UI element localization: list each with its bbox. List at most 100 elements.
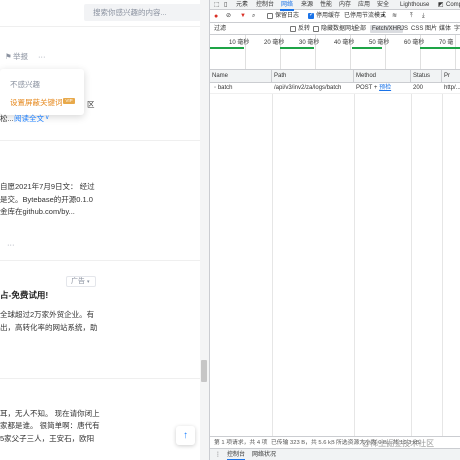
- timeline-gridline: [455, 35, 456, 69]
- column-divider: [354, 83, 355, 436]
- tab-application[interactable]: 应用: [358, 0, 370, 10]
- chevron-down-icon[interactable]: ▾: [382, 10, 385, 23]
- invert-checkbox[interactable]: [290, 26, 296, 32]
- clear-icon[interactable]: ⊘: [226, 10, 231, 23]
- chevron-down-icon[interactable]: ∨: [45, 114, 49, 123]
- type-filter-media[interactable]: 媒体: [439, 23, 451, 35]
- drawer-tab-console[interactable]: 控制台: [227, 449, 246, 460]
- article-text-line: 自愿2021年7月9日文： 经过: [0, 182, 95, 191]
- tab-lighthouse[interactable]: Lighthouse: [400, 0, 429, 10]
- preserve-log-label: 保留日志: [275, 13, 300, 19]
- devtools-panel: ⬚ ▯ 元素 控制台 网络 来源 性能 内存 应用 安全 Lighthouse …: [209, 0, 460, 460]
- request-name: batch: [217, 85, 233, 91]
- ad-title[interactable]: 占-免费试用!: [0, 291, 48, 300]
- request-protocol-cell: http/...: [444, 85, 460, 91]
- filter-icon[interactable]: ▼: [240, 10, 246, 23]
- type-filter-font[interactable]: 字: [454, 23, 460, 35]
- tab-memory[interactable]: 内存: [339, 0, 351, 10]
- extension-icon[interactable]: ◩: [438, 0, 444, 10]
- chevron-down-icon: ▾: [86, 279, 90, 285]
- devtools-tab-bar: ⬚ ▯ 元素 控制台 网络 来源 性能 内存 应用 安全 Lighthouse …: [210, 0, 460, 11]
- column-header-method[interactable]: Method: [354, 70, 411, 83]
- drawer-menu-icon[interactable]: ⋮: [215, 449, 221, 460]
- column-header-path[interactable]: Path: [272, 70, 354, 83]
- more-options-icon[interactable]: ···: [38, 52, 46, 61]
- timeline-tick-label: 50 毫秒: [369, 40, 390, 46]
- tab-performance[interactable]: 性能: [320, 0, 332, 10]
- preserve-log-checkbox[interactable]: [267, 13, 273, 19]
- request-method-separator: +: [373, 85, 378, 91]
- ad-text-line: 全球超过2万家外贸企业。有: [0, 310, 95, 319]
- download-icon[interactable]: ⤓: [422, 10, 425, 23]
- block-keywords-item[interactable]: 设置屏蔽关键词: [10, 97, 63, 108]
- search-input[interactable]: 搜索你感兴趣的内容...: [84, 4, 200, 21]
- column-header-name[interactable]: Name: [210, 70, 272, 83]
- tab-sources[interactable]: 来源: [301, 0, 313, 10]
- column-header-protocol[interactable]: Pr: [442, 70, 460, 83]
- network-overview-timeline[interactable]: 10 毫秒 20 毫秒 30 毫秒 40 毫秒 50 毫秒 60 毫秒 70 毫: [210, 35, 460, 70]
- ad-label: 广告: [71, 278, 85, 285]
- page-scrollbar[interactable]: [201, 360, 207, 382]
- filter-input[interactable]: 过滤: [214, 23, 226, 35]
- timeline-tick-label: 10 毫秒: [229, 40, 250, 46]
- tab-security[interactable]: 安全: [377, 0, 389, 10]
- tab-console[interactable]: 控制台: [256, 0, 274, 10]
- report-link[interactable]: 举报: [13, 52, 28, 61]
- wifi-icon[interactable]: ≋: [392, 10, 397, 23]
- throttle-select[interactable]: 已停用节流模式: [344, 10, 386, 23]
- type-filter-images[interactable]: 图片: [425, 23, 437, 35]
- column-divider: [411, 83, 412, 436]
- upload-icon[interactable]: ⤒: [410, 10, 413, 23]
- vip-badge: VIP: [63, 98, 75, 104]
- column-divider: [442, 83, 443, 436]
- tab-components[interactable]: Comp: [446, 0, 460, 10]
- device-toolbar-icon[interactable]: ▯: [224, 0, 227, 10]
- inspect-element-icon[interactable]: ⬚: [214, 0, 220, 10]
- column-divider: [272, 83, 273, 436]
- divider: [0, 378, 200, 379]
- article-text: 区: [87, 100, 95, 109]
- divider: [0, 140, 200, 141]
- request-method-cell: POST + 预检: [354, 83, 411, 94]
- timeline-tick-label: 30 毫秒: [299, 40, 320, 46]
- type-filter-fetch-xhr[interactable]: Fetch/XHR: [370, 25, 404, 33]
- not-interested-item[interactable]: 不感兴趣: [10, 79, 40, 90]
- article-text-line: 是交。Bytebase的开源0.1.0: [0, 195, 93, 204]
- type-filter-js[interactable]: JS: [401, 23, 408, 35]
- search-icon[interactable]: ⌕: [252, 10, 255, 23]
- table-row[interactable]: ▫ batch /api/v3/inv2/za/logs/batch POST …: [210, 83, 460, 94]
- column-header-status[interactable]: Status: [411, 70, 442, 83]
- timeline-tick-label: 20 毫秒: [264, 40, 285, 46]
- more-options-icon[interactable]: ···: [7, 240, 15, 249]
- record-icon[interactable]: ●: [214, 10, 218, 23]
- timeline-bar: [352, 47, 382, 49]
- arrow-up-icon: ↑: [183, 430, 188, 441]
- tab-elements[interactable]: 元素: [236, 0, 248, 10]
- request-method: POST: [356, 85, 373, 91]
- type-filter-css[interactable]: CSS: [411, 23, 423, 35]
- disable-cache-label: 停用缓存: [316, 13, 341, 19]
- flag-icon[interactable]: ⚑: [5, 52, 12, 61]
- type-filter-all[interactable]: 全部: [354, 23, 366, 35]
- network-filter-bar: 过滤 反转 隐藏数据网址 全部 Fetch/XHR JS CSS 图片 媒体 字: [210, 23, 460, 35]
- preflight-link[interactable]: 预检: [379, 85, 391, 91]
- article-snippet: 松...: [0, 114, 14, 123]
- document-icon: ▫: [214, 85, 217, 91]
- disable-cache-checkbox[interactable]: [308, 11, 314, 19]
- back-to-top-button[interactable]: ↑: [176, 426, 195, 445]
- timeline-bar: [210, 47, 244, 49]
- request-status-cell: 200: [413, 85, 424, 91]
- request-name-cell[interactable]: ▫ batch: [212, 83, 272, 94]
- article-text-line: 耳，无人不知。 现在请你闭上: [0, 409, 100, 418]
- request-path-cell: /api/v3/inv2/za/logs/batch: [274, 85, 342, 91]
- read-full-link[interactable]: 阅读全文: [14, 114, 44, 123]
- page-gutter: [200, 0, 209, 460]
- timeline-bar: [280, 47, 314, 49]
- tab-network[interactable]: 网络: [279, 0, 295, 11]
- invert-label: 反转: [298, 26, 311, 32]
- article-text-line: 金库在github.com/by...: [0, 207, 75, 216]
- ad-badge[interactable]: 广告 ▾: [66, 276, 96, 287]
- hide-data-urls-checkbox[interactable]: [313, 26, 319, 32]
- article-text-line: 5家父子三人，王安石，欧阳: [0, 434, 95, 443]
- drawer-tab-network-conditions[interactable]: 网络状况: [252, 449, 276, 460]
